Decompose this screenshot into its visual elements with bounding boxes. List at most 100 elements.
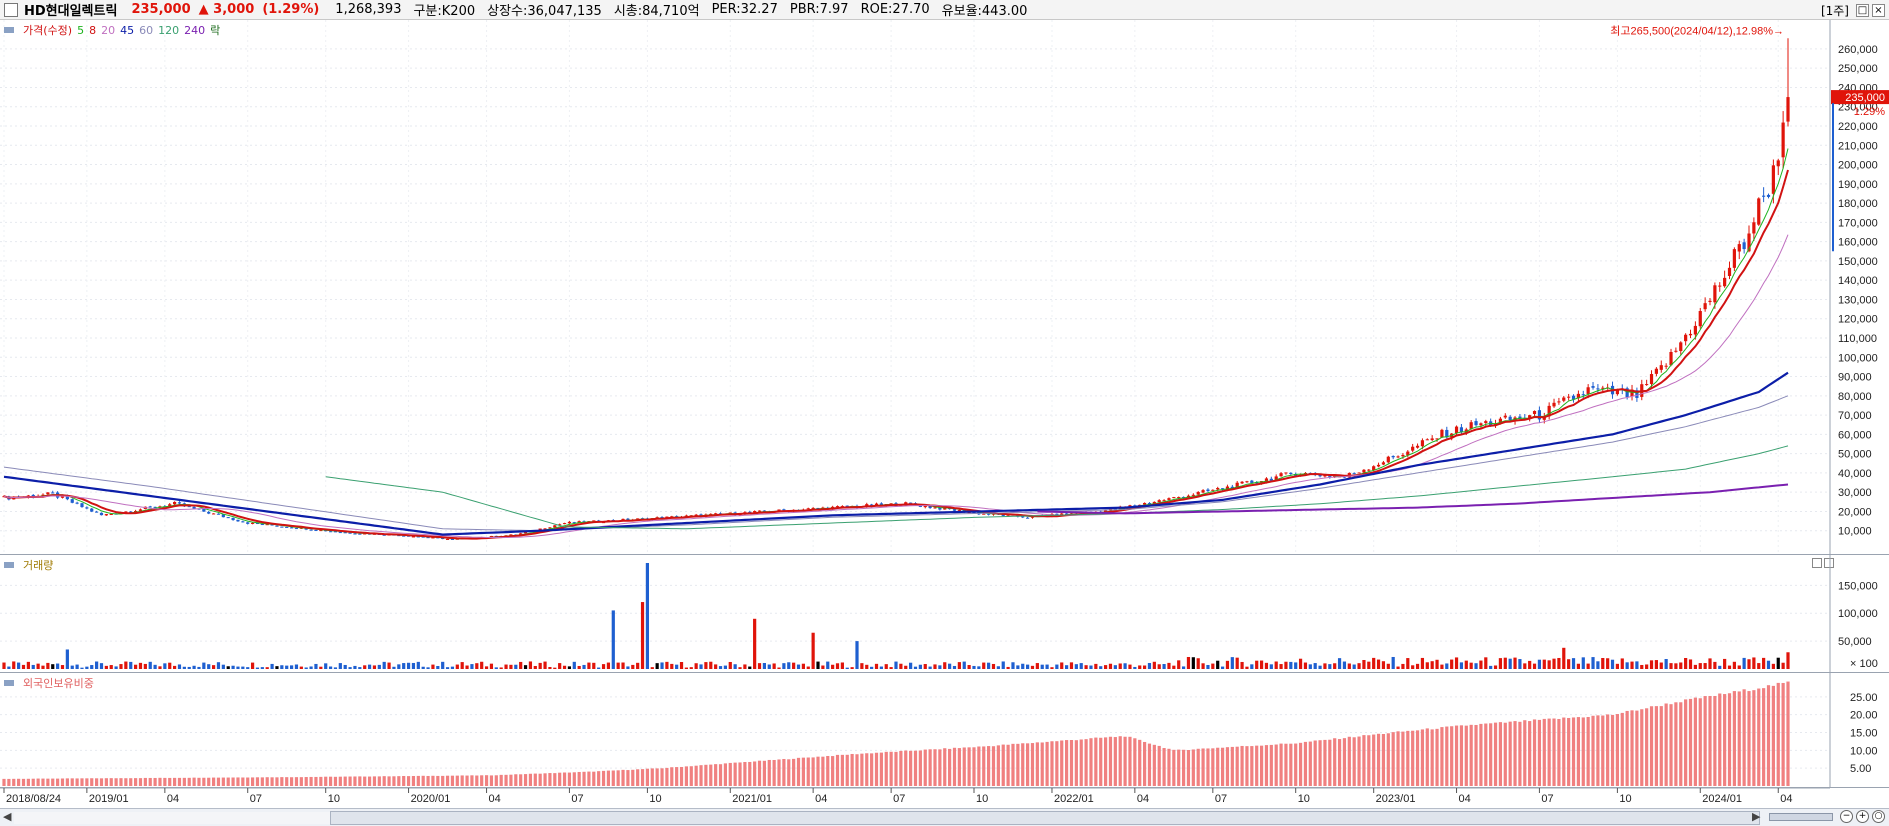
price-chart[interactable]: 10,000 20,000 30,000 40,000 50,000 60,000 70,0…	[0, 20, 1889, 555]
legend-price[interactable]: 가격(수정)	[23, 22, 72, 38]
legend-ma45[interactable]: 45	[120, 24, 134, 37]
foreign-bar	[134, 778, 138, 786]
foreign-bar	[982, 746, 986, 786]
foreign-bar	[1567, 717, 1571, 786]
foreign-bar	[816, 756, 820, 786]
foreign-bar	[889, 751, 893, 786]
foreign-bar	[153, 777, 157, 786]
foreign-bar	[592, 771, 596, 786]
foreign-bar	[1523, 720, 1527, 786]
volume-bar	[1108, 663, 1113, 669]
volume-bar	[733, 664, 737, 669]
legend-ma120[interactable]: 120	[158, 24, 179, 37]
volume-bar	[811, 632, 815, 669]
foreign-bar	[553, 773, 557, 786]
candle-body	[1654, 368, 1658, 374]
foreign-bar	[475, 775, 479, 786]
volume-bar	[1045, 664, 1049, 669]
volume-bar	[1011, 662, 1015, 669]
volume-bar	[1172, 665, 1176, 669]
volume-bar	[1659, 662, 1663, 669]
foreign-bar	[1133, 738, 1137, 786]
foreign-bar	[918, 750, 922, 786]
x-tick-label: 04	[1780, 793, 1792, 805]
volume-bar	[519, 661, 523, 669]
legend-rak[interactable]: 락	[210, 22, 220, 38]
panel-grip-icon[interactable]	[4, 562, 14, 568]
panel-grip-icon[interactable]	[4, 27, 14, 33]
period-selector[interactable]: [1주]	[1821, 2, 1849, 19]
foreign-bar	[36, 778, 40, 786]
scroll-left-icon[interactable]: ◀	[3, 810, 11, 823]
volume-bar	[894, 661, 898, 669]
candle-body	[226, 517, 230, 519]
legend-ma60[interactable]: 60	[139, 24, 153, 37]
x-tick-label: 2023/01	[1376, 793, 1416, 805]
volume-bar	[138, 662, 143, 669]
close-icon[interactable]: ×	[1872, 4, 1885, 17]
legend-ma240[interactable]: 240	[184, 24, 205, 37]
foreign-bar	[728, 762, 732, 786]
foreign-bar	[1688, 698, 1693, 786]
foreign-chart[interactable]: 5.00 10.00 15.00 20.00 25.00	[0, 673, 1889, 788]
volume-bar	[177, 664, 182, 669]
foreign-bar	[938, 749, 942, 786]
volume-bar	[928, 666, 932, 669]
volume-bar	[1571, 658, 1576, 669]
volume-bar	[168, 662, 172, 669]
foreign-bar	[860, 753, 864, 786]
maximize-icon[interactable]: □	[1856, 4, 1869, 17]
candle-body	[1206, 489, 1210, 492]
volume-bar	[406, 662, 411, 669]
candle-body	[1415, 445, 1420, 448]
foreign-bar	[309, 776, 313, 786]
foreign-bar	[2, 778, 6, 786]
volume-bar	[982, 662, 986, 669]
foreign-bar	[1474, 724, 1478, 786]
candle-body	[1357, 472, 1361, 474]
volume-bar	[850, 667, 854, 669]
foreign-bar	[1718, 693, 1722, 786]
foreign-bar	[1021, 743, 1025, 786]
legend-ma5[interactable]: 5	[77, 24, 84, 37]
candle-body	[1454, 426, 1459, 434]
volume-bar	[436, 666, 440, 669]
foreign-bar	[75, 778, 79, 786]
zoom-out-icon[interactable]: −	[1840, 810, 1853, 823]
zoom-slider[interactable]	[1769, 812, 1833, 821]
volume-bar	[543, 661, 547, 669]
y-tick-label: 180,000	[1838, 198, 1878, 210]
volume-bar	[801, 663, 805, 669]
candle-body	[1396, 456, 1400, 458]
volume-bar	[104, 665, 108, 669]
volume-bar	[1610, 659, 1615, 669]
foreign-bar	[304, 777, 308, 786]
volume-bar	[1220, 666, 1225, 669]
foreign-bar	[679, 766, 684, 786]
candle-body	[260, 524, 264, 526]
scroll-right-icon[interactable]: ▶	[1752, 810, 1760, 823]
foreign-bar	[436, 775, 440, 786]
foreign-bar	[509, 774, 513, 786]
volume-bar	[1259, 660, 1264, 669]
volume-bar	[601, 664, 606, 669]
foreign-bar	[1367, 735, 1371, 786]
volume-bar	[611, 610, 615, 669]
foreign-bar	[1742, 689, 1746, 786]
candle-body	[1586, 387, 1590, 394]
stock-selector-icon[interactable]	[4, 2, 18, 17]
scroll-thumb[interactable]	[330, 811, 1760, 825]
panel-grip-icon[interactable]	[4, 680, 14, 686]
zoom-reset-icon[interactable]: ○	[1872, 810, 1885, 823]
legend-ma8[interactable]: 8	[89, 24, 96, 37]
volume-bar	[1532, 663, 1537, 669]
zoom-in-icon[interactable]: +	[1856, 810, 1869, 823]
candle-body	[70, 499, 74, 503]
foreign-bar	[723, 763, 727, 786]
foreign-bar	[324, 776, 328, 786]
stock-name[interactable]: HD현대일렉트릭	[24, 0, 117, 19]
legend-ma20[interactable]: 20	[101, 24, 115, 37]
foreign-bar	[187, 777, 191, 786]
foreign-bar	[416, 775, 420, 786]
volume-chart[interactable]: 50,000 100,000 150,000 × 100	[0, 555, 1889, 673]
